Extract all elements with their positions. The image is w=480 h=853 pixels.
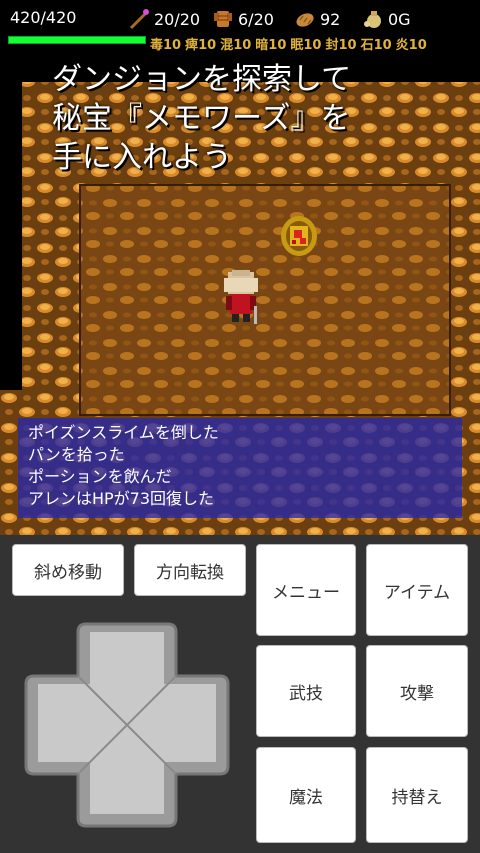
menu-button[interactable]: メニュー [256,544,356,636]
magic-button[interactable]: 魔法 [256,747,356,843]
status-effects: 毒10 痺10 混10 暗10 眠10 封10 石10 炎10 [150,34,431,53]
item-button[interactable]: アイテム [366,544,468,636]
banner-line-3: 手に入れよう [52,140,232,175]
player-character [224,270,258,324]
banner-line-2: 秘宝『メモワーズ』を [52,101,351,136]
swap-button[interactable]: 持替え [366,747,468,843]
gold-text: 0G [388,9,411,29]
dpad[interactable] [22,620,232,830]
money-bag-icon [364,11,381,28]
dpad-left[interactable] [38,684,90,762]
skill-button[interactable]: 武技 [256,645,356,737]
food-stat: 92 [294,8,340,30]
status-blind: 暗10 [255,38,287,53]
control-panel: 斜め移動 方向転換 メニュー アイテム 武技 攻撃 魔法 持替え [0,535,480,853]
status-seal: 封10 [325,38,357,53]
armor-count: 6/20 [238,9,274,29]
message-line: アレンはHPが73回復した [28,489,215,508]
dungeon-view: 420/420 20/20 6/20 92 0G 毒10 痺10 混10 暗10… [0,0,480,535]
status-burn: 炎10 [395,38,427,53]
status-stone: 石10 [360,38,392,53]
message-line: ポイズンスライムを倒した [28,423,219,442]
gold-stat: 0G [362,8,411,30]
promo-banner: ダンジョンを探索して 秘宝『メモワーズ』を 手に入れよう [52,60,452,177]
weapon-stat: 20/20 [128,8,200,30]
turn-button[interactable]: 方向転換 [134,544,246,596]
diagonal-move-button[interactable]: 斜め移動 [12,544,124,596]
dpad-right[interactable] [164,684,216,762]
status-paralysis: 痺10 [185,38,217,53]
bread-icon [296,13,314,27]
armor-icon [214,11,232,27]
status-poison: 毒10 [150,38,182,53]
status-sleep: 眠10 [290,38,322,53]
dpad-up[interactable] [90,632,164,684]
message-log: ポイズンスライムを倒した パンを拾った ポーションを飲んだ アレンはHPが73回… [18,418,462,518]
dpad-down[interactable] [90,762,164,814]
hp-bar [8,36,146,44]
treasure-chest [281,216,317,256]
status-confusion: 混10 [220,38,252,53]
food-count: 92 [320,9,341,29]
message-line: パンを拾った [28,445,125,464]
hp-text: 420/420 [10,8,77,27]
message-line: ポーションを飲んだ [28,467,172,486]
armor-stat: 6/20 [212,8,274,30]
attack-button[interactable]: 攻撃 [366,645,468,737]
banner-line-1: ダンジョンを探索して [52,62,352,97]
weapon-count: 20/20 [154,9,201,29]
staff-icon [129,9,149,30]
